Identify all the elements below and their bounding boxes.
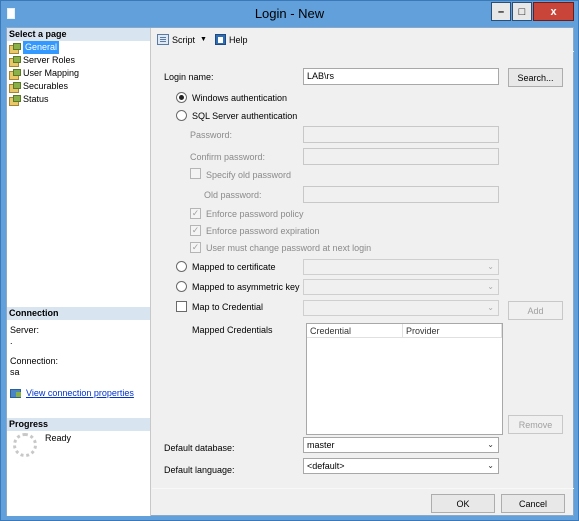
mapped-asym-key-label: Mapped to asymmetric key [192,282,300,292]
mapped-credentials-label: Mapped Credentials [192,325,273,335]
view-connection-properties-link[interactable]: View connection properties [10,388,134,398]
connection-value: sa [10,367,20,377]
windows-auth-label: Windows authentication [192,93,288,103]
specify-old-password-label: Specify old password [206,170,292,180]
page-icon [9,81,21,93]
general-page: Script ▼ Help Login name: LAB\rs Search.… [152,28,574,488]
sidebar-item-label: User Mapping [23,68,80,78]
login-window: Login - New – □ x Select a page General … [0,0,579,521]
progress-area: Ready [13,433,71,457]
map-credential-checkbox[interactable] [176,301,187,312]
chevron-down-icon: ⌄ [487,461,494,470]
password-input[interactable] [303,126,499,143]
title-bar[interactable]: Login - New – □ x [1,1,578,27]
chevron-down-icon: ⌄ [487,282,494,291]
confirm-password-label: Confirm password: [190,152,266,162]
maximize-button[interactable]: □ [512,2,532,21]
sidebar-item-status[interactable]: Status [9,93,149,106]
password-label: Password: [190,130,233,140]
sidebar-item-label: Status [23,94,49,104]
sql-auth-radio[interactable] [176,110,187,121]
chevron-down-icon: ⌄ [487,440,494,449]
chevron-down-icon: ▼ [200,36,207,43]
enforce-expiration-label: Enforce password expiration [206,226,320,236]
sidebar-item-securables[interactable]: Securables [9,80,149,93]
old-password-input[interactable] [303,186,499,203]
chevron-down-icon: ⌄ [487,303,494,312]
script-label: Script [172,34,196,45]
connection-label: Connection: [10,356,59,366]
help-label: Help [228,34,248,45]
progress-status: Ready [45,433,72,443]
default-database-value: master [307,440,335,450]
default-database-label: Default database: [164,443,235,453]
default-language-value: <default> [307,461,345,471]
page-icon [9,94,21,106]
must-change-label: User must change password at next login [206,243,372,253]
mapped-certificate-radio[interactable] [176,261,187,272]
sidebar-item-label: Securables [23,81,69,91]
specify-old-password-checkbox[interactable] [190,168,201,179]
mapped-asym-key-radio[interactable] [176,281,187,292]
chevron-down-icon: ⌄ [487,262,494,271]
connection-properties-icon [10,388,22,398]
toolbar: Script ▼ Help [152,28,574,52]
page-icon [9,55,21,67]
asym-key-select[interactable]: ⌄ [303,279,499,295]
sidebar-item-label: Server Roles [23,55,76,65]
grid-column-provider[interactable]: Provider [403,324,502,337]
login-name-label: Login name: [164,72,214,82]
help-icon [214,34,226,45]
default-language-select[interactable]: <default> ⌄ [303,458,499,474]
enforce-policy-label: Enforce password policy [206,209,304,219]
script-button[interactable]: Script ▼ [157,34,211,45]
close-button[interactable]: x [533,2,574,21]
login-name-input[interactable]: LAB\rs [303,68,499,85]
server-label: Server: [10,325,40,335]
mapped-certificate-label: Mapped to certificate [192,262,276,272]
help-button[interactable]: Help [214,34,248,45]
must-change-checkbox[interactable]: ✓ [190,242,201,253]
cancel-button[interactable]: Cancel [501,494,565,513]
connection-details: Server: . Connection: sa [10,325,148,378]
page-list: General Server Roles User Mapping Secura… [9,41,149,106]
page-icon [9,42,21,54]
default-database-select[interactable]: master ⌄ [303,437,499,453]
sql-auth-label: SQL Server authentication [192,111,298,121]
windows-auth-radio[interactable] [176,92,187,103]
left-pane: Select a page General Server Roles User … [7,28,151,516]
default-language-label: Default language: [164,465,235,475]
sidebar-item-general[interactable]: General [9,41,149,54]
sidebar-item-user-mapping[interactable]: User Mapping [9,67,149,80]
enforce-policy-checkbox[interactable]: ✓ [190,208,201,219]
select-page-heading: Select a page [7,28,150,41]
certificate-select[interactable]: ⌄ [303,259,499,275]
ok-button[interactable]: OK [431,494,495,513]
old-password-label: Old password: [204,190,262,200]
grid-header: Credential Provider [307,324,502,338]
page-icon [9,68,21,80]
dialog-client: Select a page General Server Roles User … [6,27,574,516]
sidebar-item-label: General [23,41,60,54]
server-value: . [10,336,13,346]
add-credential-button[interactable]: Add [508,301,563,320]
mapped-credentials-grid[interactable]: Credential Provider [306,323,503,435]
minimize-button[interactable]: – [491,2,511,21]
progress-spinner-icon [13,433,37,457]
connection-heading: Connection [7,307,150,320]
search-button[interactable]: Search... [508,68,563,87]
grid-column-credential[interactable]: Credential [307,324,403,337]
dialog-footer: OK Cancel [152,488,574,516]
sidebar-item-server-roles[interactable]: Server Roles [9,54,149,67]
enforce-expiration-checkbox[interactable]: ✓ [190,225,201,236]
confirm-password-input[interactable] [303,148,499,165]
view-connection-properties-label: View connection properties [26,388,134,398]
script-icon [157,34,169,45]
remove-credential-button[interactable]: Remove [508,415,563,434]
progress-heading: Progress [7,418,150,431]
credential-select[interactable]: ⌄ [303,300,499,316]
map-credential-label: Map to Credential [192,302,264,312]
